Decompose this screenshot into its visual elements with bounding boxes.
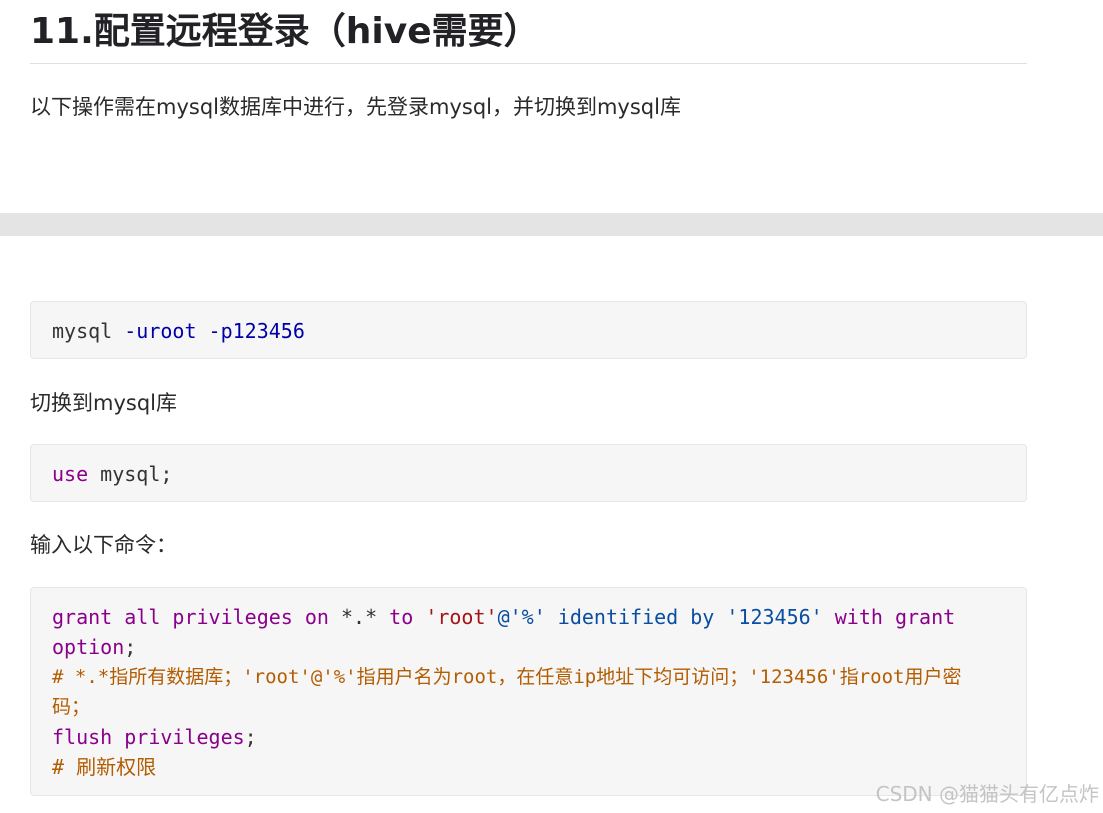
- code-comment-line: # *.*指所有数据库；'root'@'%'指用户名为root，在任意ip地址下…: [52, 666, 962, 688]
- csdn-watermark: CSDN @猫猫头有亿点炸: [875, 782, 1099, 806]
- code-token-option: -p123456: [208, 319, 305, 343]
- code-token: ;: [244, 725, 257, 749]
- code-token-keyword: option: [52, 635, 125, 659]
- code-comment-line: 码；: [52, 696, 91, 718]
- code-token-keyword: identified by: [557, 605, 715, 629]
- switch-db-paragraph: 切换到mysql库: [30, 391, 177, 415]
- code-token: @: [497, 605, 510, 629]
- input-commands-paragraph: 输入以下命令：: [30, 533, 177, 557]
- code-token-keyword: use: [52, 462, 89, 486]
- code-token-string: '123456': [726, 605, 823, 629]
- code-token: *.*: [328, 605, 390, 629]
- code-block-login[interactable]: mysql -uroot -p123456: [30, 301, 1027, 359]
- code-token-keyword: grant all privileges on: [52, 605, 329, 629]
- code-line: option;: [52, 632, 1005, 662]
- code-token-string: '%': [509, 605, 546, 629]
- article-page: 11.配置远程登录（hive需要） 以下操作需在mysql数据库中进行，先登录m…: [0, 0, 1103, 813]
- code-token-string: 'root': [425, 605, 498, 629]
- code-token-option: -uroot: [124, 319, 197, 343]
- section-divider-band: [0, 213, 1103, 236]
- intro-paragraph: 以下操作需在mysql数据库中进行，先登录mysql，并切换到mysql库: [30, 95, 681, 119]
- code-token: ;: [124, 635, 137, 659]
- code-token-keyword: flush privileges: [52, 725, 245, 749]
- code-block-use-db[interactable]: use mysql;: [30, 444, 1027, 502]
- code-token-keyword: to: [389, 605, 414, 629]
- section-heading: 11.配置远程登录（hive需要）: [30, 6, 1027, 64]
- code-line: grant all privileges on *.* to 'root'@'%…: [52, 602, 1005, 632]
- code-line: flush privileges;: [52, 722, 1005, 752]
- code-block-grant[interactable]: grant all privileges on *.* to 'root'@'%…: [30, 587, 1027, 796]
- code-token-keyword: with grant: [834, 605, 956, 629]
- code-token: mysql;: [88, 462, 173, 486]
- code-comment-line: # 刷新权限: [52, 755, 157, 779]
- code-token: mysql: [52, 319, 125, 343]
